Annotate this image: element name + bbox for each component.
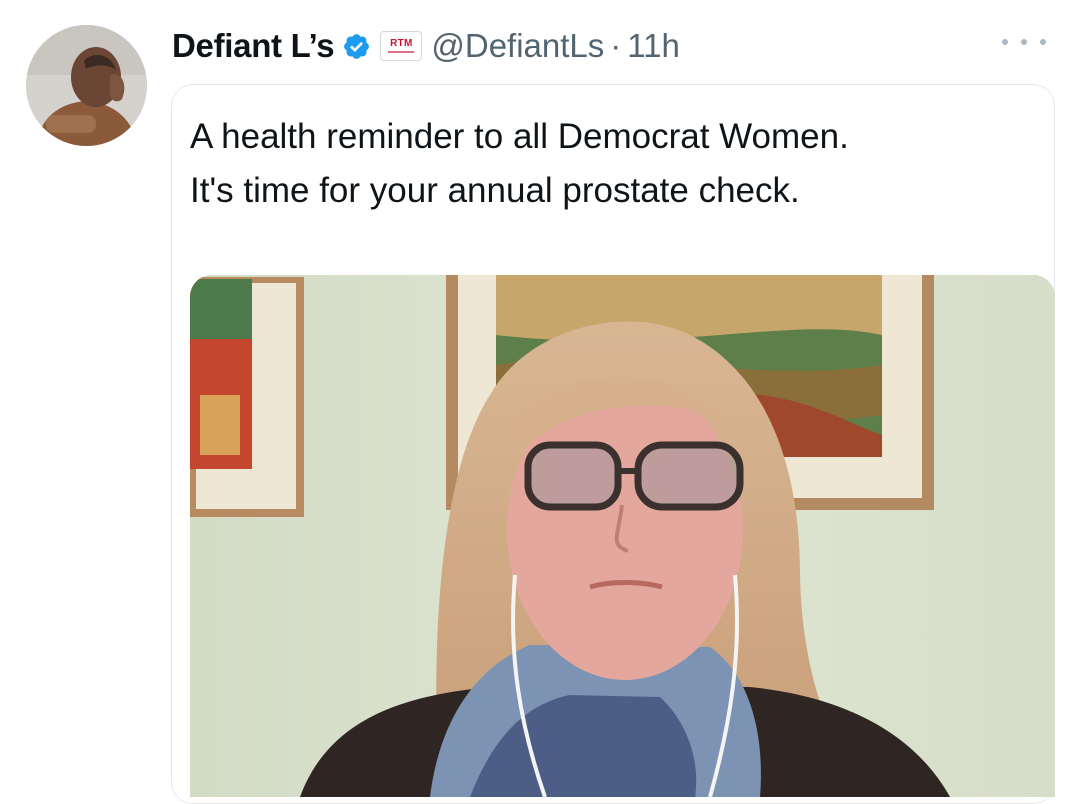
affiliate-badge[interactable]: RTM — [380, 31, 423, 61]
timestamp[interactable]: 11h — [627, 27, 680, 65]
post-text-line: It's time for your annual prostate check… — [190, 171, 800, 210]
avatar[interactable] — [26, 25, 147, 146]
separator-dot: · — [610, 27, 622, 64]
affiliate-badge-underline — [388, 51, 415, 53]
more-dot — [1040, 39, 1046, 45]
post-text: A health reminder to all Democrat Women.… — [190, 110, 1030, 218]
more-dot — [1002, 39, 1008, 45]
affiliate-badge-label: RTM — [390, 38, 413, 49]
post-media-image[interactable] — [190, 275, 1055, 797]
user-handle[interactable]: @DefiantLs — [431, 27, 604, 65]
more-options-icon[interactable] — [1002, 30, 1046, 54]
display-name[interactable]: Defiant L’s — [172, 27, 335, 65]
verified-badge-icon — [342, 32, 371, 61]
media-photo — [190, 275, 1055, 797]
tweet-header: Defiant L’s RTM @DefiantLs · 11h — [172, 18, 680, 74]
post-text-line: A health reminder to all Democrat Women. — [190, 117, 849, 156]
more-dot — [1021, 39, 1027, 45]
avatar-image — [26, 25, 147, 146]
